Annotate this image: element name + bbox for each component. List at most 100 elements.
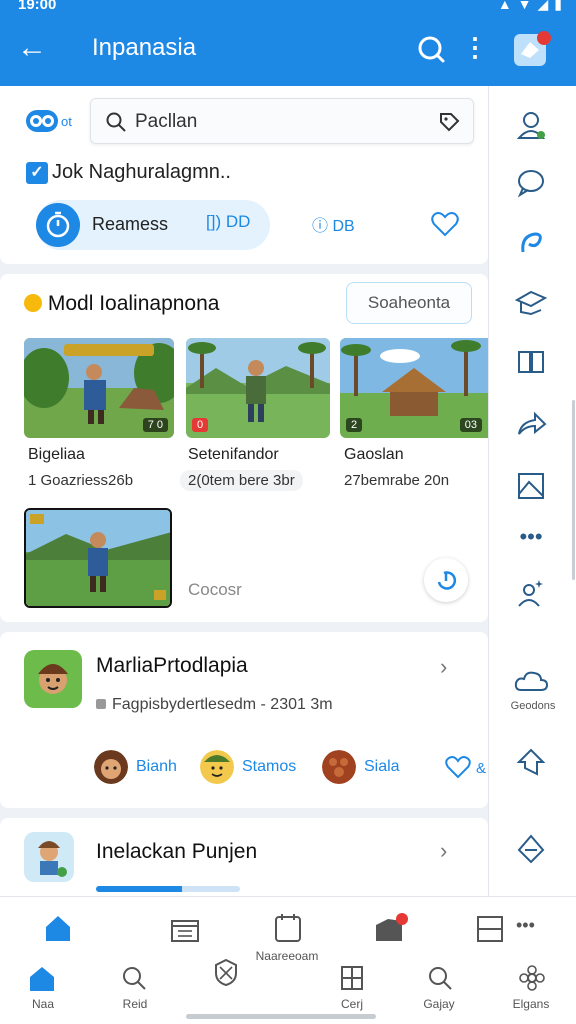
pin-icon[interactable] [511,830,551,870]
app-card[interactable]: MarliaPrtodlapia › Fagpisbydertlesedm - … [0,632,488,808]
avatar [200,750,234,784]
db-button[interactable]: ⓘ DB [312,212,355,236]
more-dots-icon[interactable]: ••• [511,522,551,562]
app-bar: 19:00 ▲▼◢▮ ← Inpanasia ⋮ [0,0,576,86]
app-meta: Fagpisbydertlesedm - 2301 3m [96,696,333,714]
thumbnail-subtitle: 1 Goazriess26b [28,472,134,489]
clapper-icon[interactable] [164,911,204,945]
search-icon[interactable] [114,963,154,993]
status-icons: ▲▼◢▮ [497,0,568,12]
minus-box-icon[interactable] [470,911,510,945]
game-thumbnail[interactable]: 2 03 [340,338,488,438]
checkbox[interactable]: ✓ [26,162,48,184]
db-label: DB [332,218,355,235]
app-avatar [24,832,74,882]
thumbnail-subtitle: 2(0tem bere 3br [180,470,303,491]
thumbnail-chip: 0 [192,418,209,432]
search-icon[interactable] [420,963,460,993]
avatar [322,750,356,784]
nav-label: Naa [31,997,54,1011]
swirl-icon[interactable] [511,222,551,262]
chevron-right-icon[interactable]: › [440,654,447,680]
status-time: 19:00 [18,0,57,13]
notification-icon[interactable] [508,30,552,70]
flower-icon[interactable] [512,963,552,993]
section-action-button[interactable]: Soaheonta [346,282,472,324]
search-value: Pacllan [135,111,198,132]
app-card[interactable]: Inelackan Punjen › [0,818,488,908]
progress-fill [96,886,183,892]
friend-chip[interactable]: Stamos [200,750,310,786]
nav-top-label: Naareeoam [255,949,319,963]
person-spark-icon[interactable] [511,574,551,614]
app-avatar [24,650,82,708]
thumbnail-subtitle: 27bemrabe 20n [344,472,450,489]
scrollbar[interactable] [572,400,575,580]
tag-icon[interactable] [437,110,461,134]
game-thumbnail[interactable] [24,508,172,608]
game-thumbnail[interactable]: 7 0 [24,338,174,438]
chevron-right-icon[interactable]: › [440,838,447,864]
more-label: Cocosr [188,580,242,599]
pill-sub-label: []) DD [206,212,251,231]
refresh-icon[interactable] [424,558,468,602]
friend-chip[interactable]: Siala [322,750,422,786]
search-icon [106,112,126,132]
more-icon[interactable]: ⋮ [462,32,488,66]
briefcase-icon[interactable] [372,911,412,945]
back-button[interactable]: ← [14,30,50,66]
checkbox-label: Jok Naghuralagmn.. [52,161,231,183]
emoji-icon [24,294,42,312]
page-title: Inpanasia [92,34,197,61]
friend-name: Bianh [136,758,177,775]
cap-icon[interactable] [511,282,551,322]
home-indicator[interactable] [186,1014,376,1019]
chat-icon[interactable] [511,162,551,202]
share-icon[interactable] [511,404,551,444]
heart-icon[interactable] [430,210,460,238]
app-name: MarliaPrtodlapia [96,654,248,677]
app-name: Inelackan Punjen [96,840,258,863]
game-thumbnail[interactable]: 0 [186,338,330,438]
progress-bar [96,886,240,892]
search-icon[interactable] [414,32,448,66]
cloud-icon[interactable] [511,666,551,696]
friend-name: Stamos [242,758,297,775]
home-icon[interactable] [22,963,62,993]
book-icon[interactable] [511,342,551,382]
pill-label: Reamess [92,214,169,234]
section-title: Modl Ioalinapnona [24,292,219,316]
game-scene-image [26,510,170,606]
calendar-icon[interactable] [268,911,308,945]
search-input[interactable]: Pacllan [90,98,474,144]
home-outline-icon[interactable] [511,742,551,782]
thumbnail-chip: 03 [459,418,482,432]
avatar [94,750,128,784]
image-icon[interactable] [511,466,551,506]
heart-icon[interactable] [444,754,472,780]
user-icon[interactable] [511,106,551,146]
timer-icon [36,203,80,247]
thumbnail-title: Gaoslan [344,446,404,463]
cloud-label: Geodons [510,700,556,712]
nav-label: Gajay [423,997,455,1011]
toggle-switch[interactable]: ot [26,110,74,132]
friend-chip[interactable]: Bianh [94,750,194,786]
thumbnail-title: Bigeliaa [28,446,85,463]
filter-card: ot Pacllan ✓ Jok Naghuralagmn.. Reamess … [0,86,488,264]
side-rail: ••• Geodons [488,86,576,896]
gallery-card: Modl Ioalinapnona Soaheonta 7 0 Bigeliaa… [0,274,488,622]
grid-icon[interactable] [332,963,372,993]
nav-label: Cerj [340,997,363,1011]
home-icon[interactable] [38,911,78,945]
toggle-label: ot [61,114,72,129]
reset-pill-button[interactable]: Reamess []) DD [36,200,270,250]
extra-mark: & [476,760,487,777]
nav-label: Reid [122,997,148,1011]
thumbnail-chip: 7 0 [142,418,168,432]
friend-name: Siala [364,758,400,775]
shield-icon[interactable] [206,957,246,987]
thumbnail-title: Setenifandor [188,446,279,463]
more-dots-icon[interactable]: ••• [516,915,535,936]
bottom-navigation: Naareeoam ••• Naa Reid Cerj Gajay Elgans [0,896,576,1024]
